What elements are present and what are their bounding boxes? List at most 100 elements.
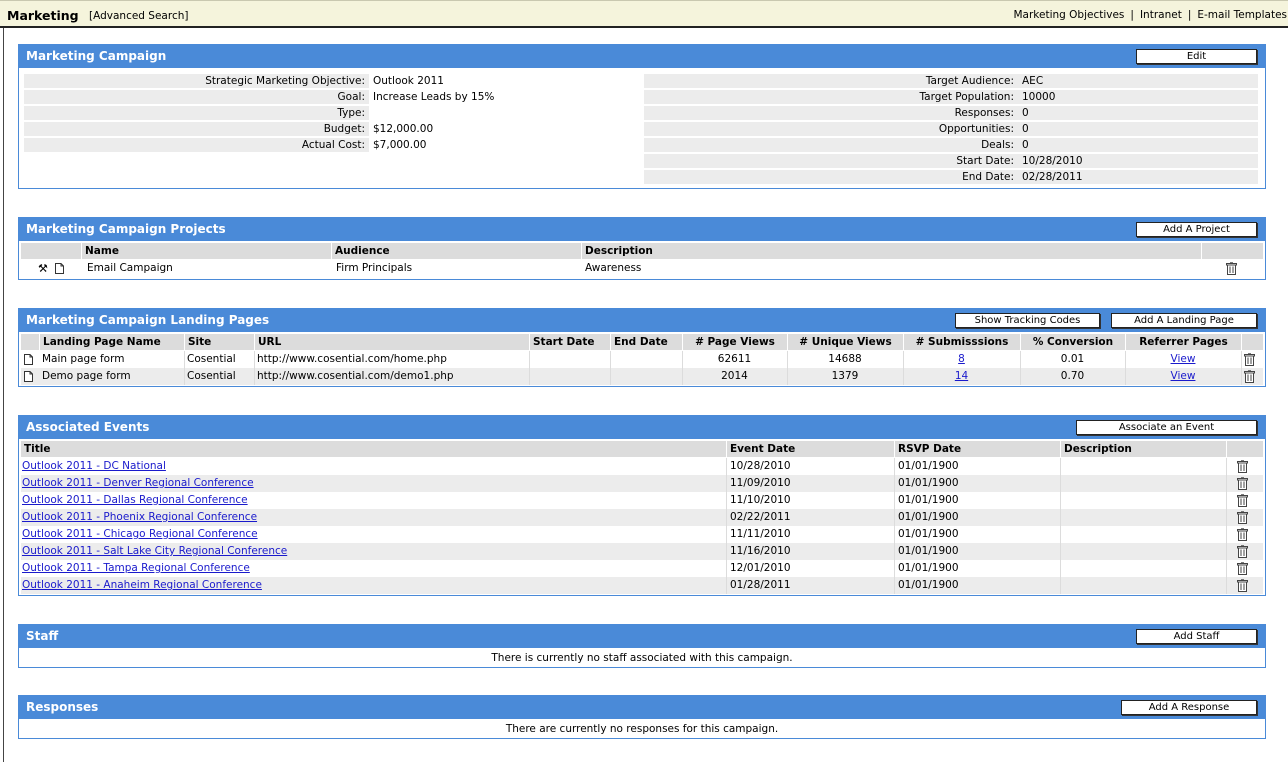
- field-value-cell: [1018, 138, 1258, 152]
- top-bar: Marketing [Advanced Search] Marketing Ob…: [0, 0, 1288, 28]
- add-response-button[interactable]: Add A Response: [1121, 700, 1257, 715]
- projects-table-header: Name Audience Description: [21, 243, 1263, 259]
- column-header: [1226, 441, 1263, 457]
- left-border: [3, 28, 4, 762]
- document-icon[interactable]: [24, 354, 33, 365]
- event-title-link[interactable]: Outlook 2011 - Dallas Regional Conferenc…: [22, 494, 248, 506]
- field-label-cell: Opportunities:: [644, 122, 1018, 136]
- field-label: Opportunities:: [938, 123, 1014, 135]
- edit-button[interactable]: Edit: [1136, 49, 1257, 64]
- event-date: 11/09/2010: [730, 477, 791, 489]
- column-header: End Date: [610, 334, 682, 350]
- landing-referrer[interactable]: View: [1125, 351, 1241, 368]
- trash-icon[interactable]: [1237, 579, 1248, 592]
- event-title-cell: Outlook 2011 - Phoenix Regional Conferen…: [21, 509, 257, 526]
- landing-submissions[interactable]: 14: [903, 368, 1020, 385]
- rsvp-date: 01/01/1900: [898, 494, 959, 506]
- responses-panel: Responses Add A Response There are curre…: [18, 695, 1266, 739]
- landing-url: http://www.cosential.com/home.php: [257, 353, 447, 365]
- landing-title: Marketing Campaign Landing Pages: [26, 313, 270, 327]
- field-label-cell: Goal:: [24, 90, 369, 104]
- table-row: Main page form Cosential http://www.cosent…: [21, 351, 1263, 368]
- add-staff-button[interactable]: Add Staff: [1136, 629, 1257, 644]
- landing-submissions[interactable]: 8: [903, 351, 1020, 368]
- column-header: Referrer Pages: [1125, 334, 1241, 350]
- field-label: Start Date:: [956, 155, 1014, 167]
- field-value: 10000: [1022, 91, 1056, 103]
- column-header: Description: [1060, 441, 1226, 457]
- rsvp-date: 01/01/1900: [898, 460, 959, 472]
- nav-marketing-objectives[interactable]: Marketing Objectives: [1013, 9, 1124, 21]
- event-title-cell: Outlook 2011 - DC National: [21, 458, 166, 475]
- cell-divider: [1060, 560, 1061, 577]
- column-header: Site: [184, 334, 254, 350]
- column-header: # Page Views: [682, 334, 787, 350]
- show-tracking-codes-button[interactable]: Show Tracking Codes: [955, 313, 1100, 328]
- trash-icon[interactable]: [1226, 262, 1237, 275]
- cell-divider: [1060, 543, 1061, 560]
- view-referrer-link[interactable]: View: [1171, 353, 1196, 365]
- field-label-cell: Actual Cost:: [24, 138, 369, 152]
- field-value: 0: [1022, 123, 1029, 135]
- field-value-cell: [1018, 106, 1258, 120]
- nav-email-templates[interactable]: E-mail Templates: [1197, 9, 1287, 21]
- column-header: Audience: [331, 243, 581, 259]
- trash-icon[interactable]: [1237, 528, 1248, 541]
- rsvp-date: 01/01/1900: [898, 528, 959, 540]
- landing-name: Main page form: [42, 353, 125, 365]
- submissions-link[interactable]: 14: [955, 370, 968, 382]
- column-header: Landing Page Name: [39, 334, 184, 350]
- trash-icon[interactable]: [1237, 562, 1248, 575]
- event-title-link[interactable]: Outlook 2011 - Tampa Regional Conference: [22, 562, 250, 574]
- landing-unique-views: 1379: [831, 370, 859, 382]
- advanced-search-link[interactable]: [Advanced Search]: [89, 10, 188, 22]
- view-referrer-link[interactable]: View: [1171, 370, 1196, 382]
- add-project-button[interactable]: Add A Project: [1136, 222, 1257, 237]
- event-title-link[interactable]: Outlook 2011 - DC National: [22, 460, 166, 472]
- field-value-cell: [1018, 122, 1258, 136]
- events-title: Associated Events: [26, 420, 150, 434]
- field-label: Goal:: [337, 91, 365, 103]
- trash-icon[interactable]: [1237, 545, 1248, 558]
- nav-intranet[interactable]: Intranet: [1140, 9, 1182, 21]
- event-title-cell: Outlook 2011 - Salt Lake City Regional C…: [21, 543, 287, 560]
- submissions-link[interactable]: 8: [958, 353, 965, 365]
- nav-separator: |: [1187, 9, 1192, 21]
- field-value: 0: [1022, 139, 1029, 151]
- add-landing-page-button[interactable]: Add A Landing Page: [1111, 313, 1257, 328]
- cell-divider: [1060, 475, 1061, 492]
- field-label: Target Audience:: [925, 75, 1014, 87]
- trash-icon[interactable]: [1237, 477, 1248, 490]
- event-title-link[interactable]: Outlook 2011 - Chicago Regional Conferen…: [22, 528, 258, 540]
- field-value: AEC: [1022, 75, 1044, 87]
- staff-title: Staff: [26, 629, 59, 643]
- column-header: % Conversion: [1020, 334, 1125, 350]
- table-row: Demo page form Cosential http://www.cosent…: [21, 368, 1263, 385]
- document-icon[interactable]: [24, 371, 33, 382]
- event-date: 02/22/2011: [730, 511, 791, 523]
- table-row: Outlook 2011 - Chicago Regional Conferen…: [21, 526, 1263, 543]
- project-name: Email Campaign: [87, 262, 173, 274]
- trash-icon[interactable]: [1244, 370, 1255, 383]
- table-row: Outlook 2011 - Salt Lake City Regional C…: [21, 543, 1263, 560]
- event-title-link[interactable]: Outlook 2011 - Phoenix Regional Conferen…: [22, 511, 257, 523]
- document-icon[interactable]: [55, 263, 64, 274]
- field-value-cell: [1018, 74, 1258, 88]
- staff-empty-message: There is currently no staff associated w…: [491, 652, 793, 664]
- landing-referrer[interactable]: View: [1125, 368, 1241, 385]
- trash-icon[interactable]: [1244, 353, 1255, 366]
- trash-icon[interactable]: [1237, 460, 1248, 473]
- associate-event-button[interactable]: Associate an Event: [1076, 420, 1257, 435]
- event-title-link[interactable]: Outlook 2011 - Salt Lake City Regional C…: [22, 545, 287, 557]
- rsvp-date: 01/01/1900: [898, 545, 959, 557]
- cell-divider: [1060, 526, 1061, 543]
- field-label: Type:: [337, 107, 365, 119]
- field-label-cell: Target Population:: [644, 90, 1018, 104]
- trash-icon[interactable]: [1237, 511, 1248, 524]
- event-title-link[interactable]: Outlook 2011 - Anaheim Regional Conferen…: [22, 579, 262, 591]
- trash-icon[interactable]: [1237, 494, 1248, 507]
- field-label: End Date:: [962, 171, 1014, 183]
- field-value: Outlook 2011: [373, 75, 444, 87]
- tools-icon[interactable]: ⚒: [35, 260, 48, 277]
- event-title-link[interactable]: Outlook 2011 - Denver Regional Conferenc…: [22, 477, 254, 489]
